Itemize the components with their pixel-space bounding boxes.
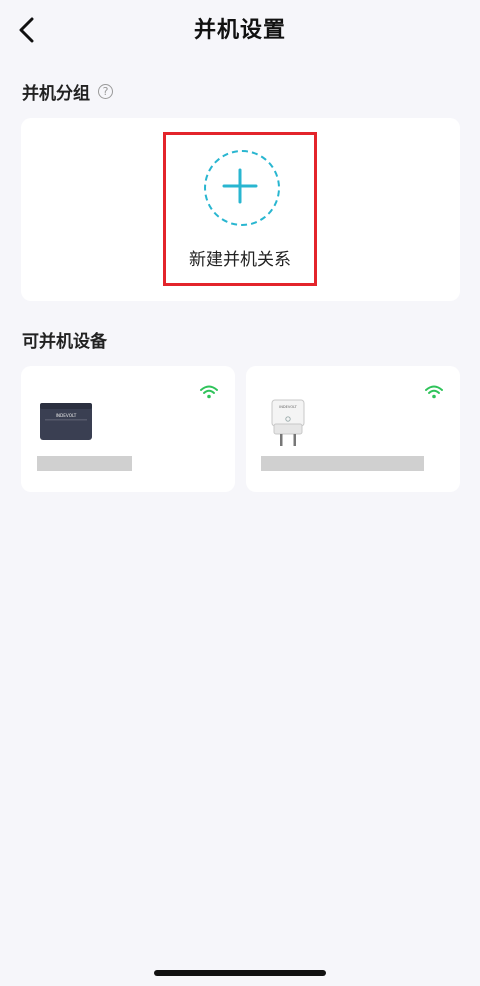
new-relation-label: 新建并机关系 bbox=[189, 250, 291, 270]
power-station-icon: INDEVOLT bbox=[40, 403, 92, 440]
device-name-placeholder bbox=[37, 456, 132, 471]
devices-section-title: 可并机设备 bbox=[22, 327, 107, 352]
help-icon[interactable]: ? bbox=[98, 84, 113, 99]
device-card[interactable]: INDEVOLT bbox=[246, 366, 460, 492]
nav-bar: 并机设置 bbox=[0, 0, 480, 58]
new-relation-button[interactable]: 新建并机关系 bbox=[163, 132, 317, 286]
group-card: 新建并机关系 bbox=[21, 118, 460, 301]
smart-plug-icon: INDEVOLT bbox=[271, 399, 305, 446]
home-indicator[interactable] bbox=[154, 970, 326, 976]
plus-icon bbox=[222, 168, 258, 204]
group-section-title: 并机分组 ? bbox=[22, 79, 113, 104]
group-section-label: 并机分组 bbox=[22, 84, 90, 104]
page-title: 并机设置 bbox=[193, 18, 286, 43]
wifi-icon bbox=[200, 385, 218, 399]
wifi-icon bbox=[425, 385, 443, 399]
device-card[interactable]: INDEVOLT bbox=[21, 366, 235, 492]
device-brand-text: INDEVOLT bbox=[279, 405, 298, 409]
devices-section-label: 可并机设备 bbox=[22, 332, 107, 352]
device-name-placeholder bbox=[261, 456, 424, 471]
device-brand-text: INDEVOLT bbox=[56, 413, 77, 418]
